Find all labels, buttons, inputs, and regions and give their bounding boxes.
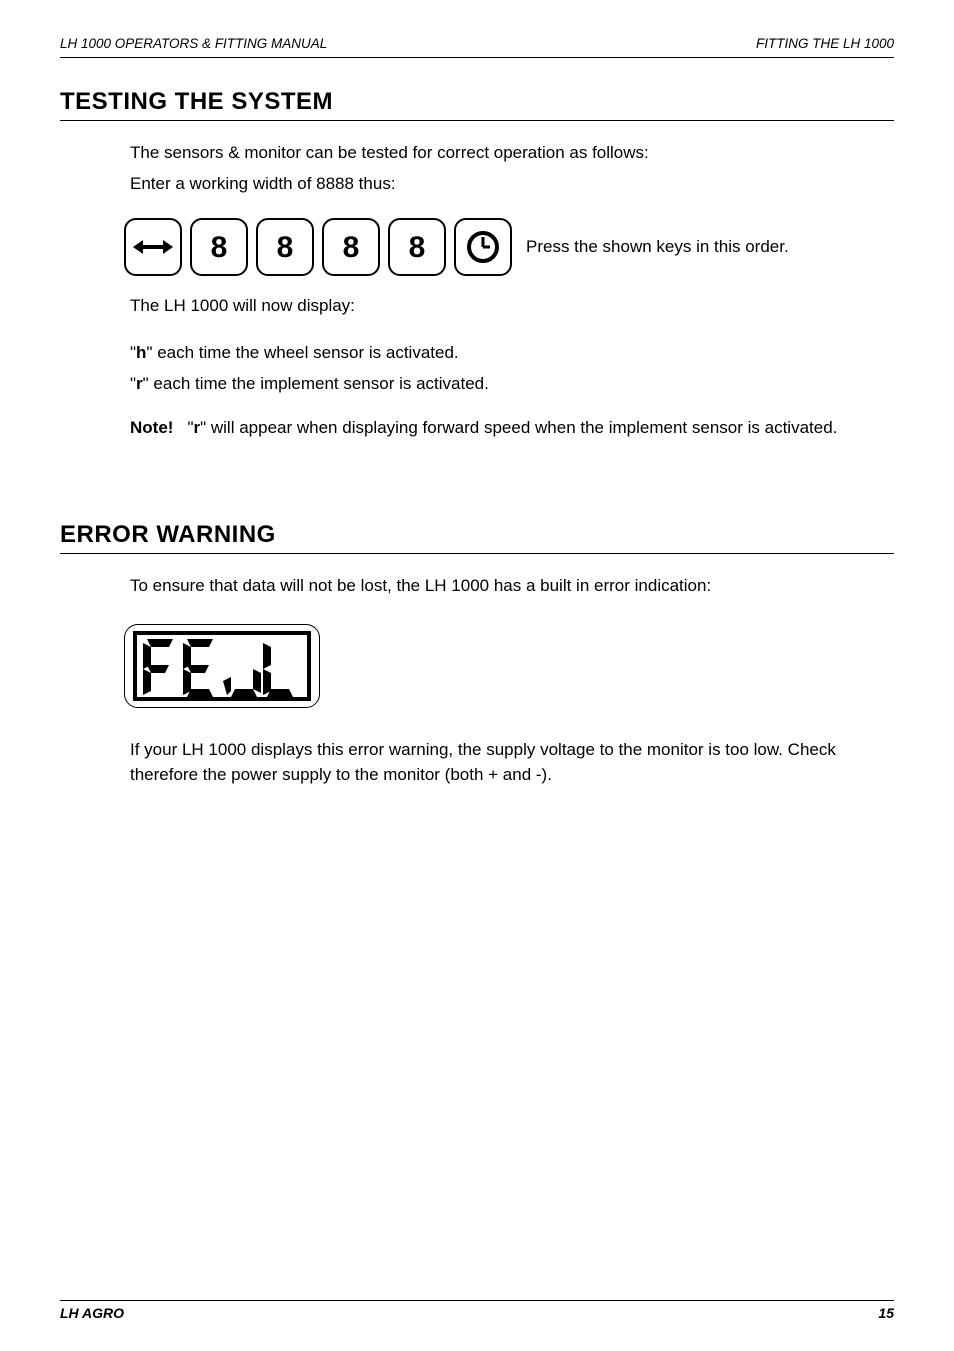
error-display — [124, 624, 320, 708]
footer-page-number: 15 — [878, 1305, 894, 1321]
page-footer: LH AGRO 15 — [60, 1300, 894, 1321]
section-body-error: To ensure that data will not be lost, th… — [130, 568, 894, 794]
key-8: 8 — [256, 218, 314, 276]
key-clock-icon — [454, 218, 512, 276]
page-header: LH 1000 OPERATORS & FITTING MANUAL FITTI… — [60, 36, 894, 57]
key-8: 8 — [190, 218, 248, 276]
paragraph: To ensure that data will not be lost, th… — [130, 574, 894, 599]
header-right: FITTING THE LH 1000 — [756, 36, 894, 51]
section-title-error: ERROR WARNING — [60, 521, 894, 549]
seg-F-icon — [143, 639, 181, 697]
seg-E-icon — [183, 639, 221, 697]
double-arrow-icon — [133, 236, 173, 258]
footer-left: LH AGRO — [60, 1305, 124, 1321]
paragraph: The LH 1000 will now display: — [130, 294, 894, 319]
key-width-icon — [124, 218, 182, 276]
paragraph: The sensors & monitor can be tested for … — [130, 141, 894, 166]
paragraph: "h" each time the wheel sensor is activa… — [130, 341, 894, 366]
header-left: LH 1000 OPERATORS & FITTING MANUAL — [60, 36, 327, 51]
seg-J-icon — [223, 639, 261, 697]
key-8: 8 — [322, 218, 380, 276]
text: " each time the implement sensor is acti… — [143, 374, 489, 393]
section-title-testing: TESTING THE SYSTEM — [60, 88, 894, 116]
text-bold: h — [136, 343, 146, 362]
note-text: "r" will appear when displaying forward … — [187, 416, 894, 441]
section-rule-testing — [60, 120, 894, 121]
note-block: Note! "r" will appear when displaying fo… — [130, 416, 894, 441]
text: " each time the wheel sensor is activate… — [146, 343, 458, 362]
seg-L-icon — [263, 639, 301, 697]
section-rule-error — [60, 553, 894, 554]
key-sequence: 8 8 8 8 Press the shown keys in this ord… — [124, 218, 894, 276]
note-label: Note! — [130, 416, 173, 441]
error-display-inner — [133, 631, 311, 701]
paragraph: If your LH 1000 displays this error warn… — [130, 738, 894, 787]
paragraph: "r" each time the implement sensor is ac… — [130, 372, 894, 397]
key-8: 8 — [388, 218, 446, 276]
header-rule — [60, 57, 894, 58]
clock-icon — [465, 229, 501, 265]
text-bold: r — [136, 374, 143, 393]
paragraph: Enter a working width of 8888 thus: — [130, 172, 894, 197]
section-body-testing: The sensors & monitor can be tested for … — [130, 135, 894, 441]
key-sequence-caption: Press the shown keys in this order. — [526, 235, 789, 260]
text: " will appear when displaying forward sp… — [200, 418, 837, 437]
footer-rule — [60, 1300, 894, 1301]
